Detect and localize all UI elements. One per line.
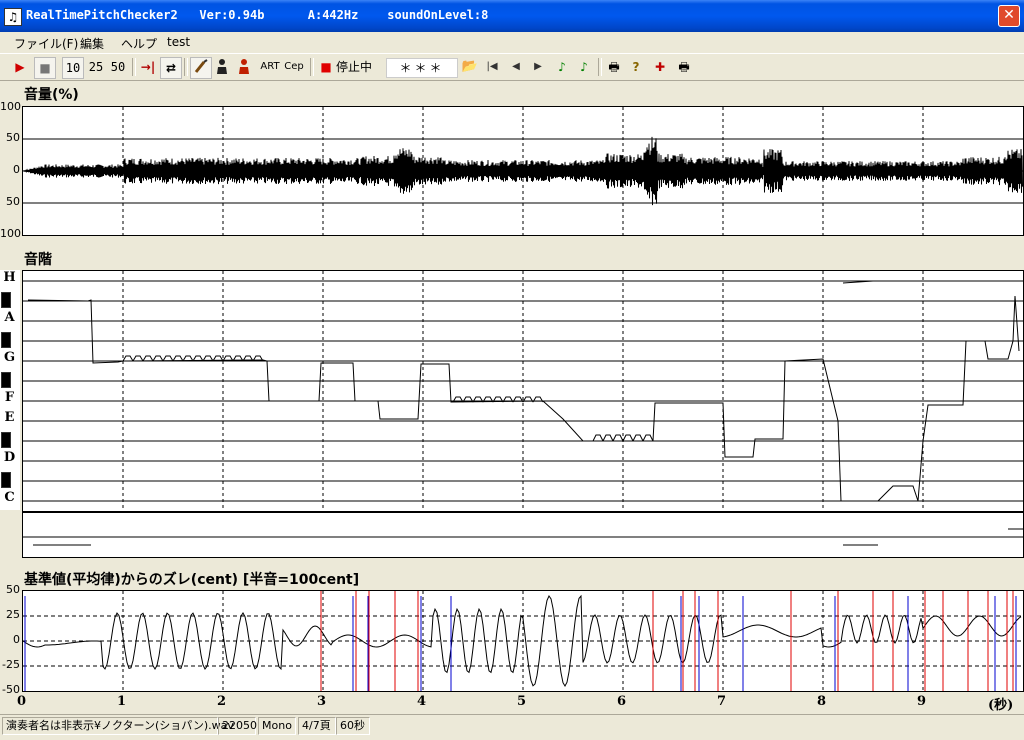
deviation-trace — [23, 591, 1023, 691]
jump-end-button[interactable]: →| — [138, 57, 158, 77]
stop-button[interactable]: ■ — [34, 57, 56, 79]
menu-file[interactable]: ファイル(F) — [14, 35, 78, 52]
black-key — [1, 472, 11, 488]
note-label-g: G — [3, 350, 16, 365]
note-label-e: E — [4, 410, 15, 425]
cep-button[interactable]: Cep — [282, 57, 306, 77]
title-bar: ♫ RealTimePitchChecker2 Ver:0.94b A:442H… — [0, 0, 1024, 32]
note-icon-2[interactable]: ♪ — [574, 57, 594, 77]
window-title: RealTimePitchChecker2 Ver:0.94b A:442Hz … — [26, 8, 489, 22]
black-key — [1, 292, 11, 308]
print-icon[interactable]: 🖶 — [604, 57, 624, 77]
file-name: 演奏者名は非表示¥ノクターン(ショパン).wav — [2, 717, 234, 735]
print-icon-2[interactable]: 🖶 — [674, 57, 694, 77]
menu-help[interactable]: ヘルプ — [121, 35, 157, 52]
volume-tick: 50 — [6, 195, 20, 208]
first-page-icon[interactable]: |◀ — [482, 57, 502, 77]
time-unit: (秒) — [988, 698, 1014, 713]
volume-tick: 100 — [0, 100, 21, 113]
deviation-tick: 50 — [6, 583, 20, 596]
deviation-label: 基準値(平均律)からのズレ(cent) [半音=100cent] — [24, 572, 360, 588]
time-tick: 8 — [817, 694, 827, 709]
volume-plot[interactable] — [22, 106, 1024, 236]
time-tick: 6 — [617, 694, 627, 709]
volume-tick: 50 — [6, 131, 20, 144]
person-black-icon[interactable] — [212, 57, 232, 77]
scale-plot[interactable] — [22, 270, 1024, 512]
status-bar: 演奏者名は非表示¥ノクターン(ショパン).wav 22050 Mono 4/7頁… — [0, 714, 1024, 737]
note-label-f: F — [4, 390, 15, 405]
time-tick: 3 — [317, 694, 327, 709]
black-key — [1, 332, 11, 348]
scale-label: 音階 — [24, 252, 52, 268]
close-button[interactable]: ✕ — [998, 5, 1020, 27]
zoom-50-button[interactable]: 50 — [108, 57, 128, 77]
note-label-c: C — [4, 490, 15, 505]
waveform-path — [23, 136, 1023, 206]
channel-mode: Mono — [258, 717, 296, 735]
app-icon: ♫ — [4, 8, 22, 26]
volume-tick: 100 — [0, 227, 21, 240]
volume-tick: 0 — [13, 163, 20, 176]
next-page-icon[interactable]: ▶ — [528, 57, 548, 77]
help-icon[interactable]: ? — [626, 57, 646, 77]
zoom-25-button[interactable]: 25 — [86, 57, 106, 77]
toolbar-separator — [132, 58, 136, 76]
duration: 60秒 — [336, 717, 370, 735]
menu-test[interactable]: test — [167, 35, 190, 49]
note-label-a: A — [4, 310, 15, 325]
note-display: ＊＊＊ — [386, 58, 458, 78]
menu-bar: ファイル(F) 編集 ヘルプ test — [0, 32, 1024, 52]
deviation-tick: -25 — [2, 658, 20, 671]
art-button[interactable]: ART — [258, 57, 282, 77]
prev-page-icon[interactable]: ◀ — [506, 57, 526, 77]
time-tick: 1 — [117, 694, 127, 709]
note-label-d: D — [3, 450, 16, 465]
time-tick: 7 — [717, 694, 727, 709]
deviation-tick: 25 — [6, 608, 20, 621]
page-indicator: 4/7頁 — [298, 717, 336, 735]
loop-button[interactable]: ⇄ — [160, 57, 182, 79]
time-tick: 0 — [17, 694, 27, 709]
piano-keys: H A G F E D C — [0, 270, 20, 510]
toolbar-separator — [310, 58, 314, 76]
status-text: 停止中 — [336, 60, 373, 74]
note-label-h: H — [3, 270, 16, 285]
menu-edit[interactable]: 編集 — [80, 35, 104, 52]
vibrato-path — [122, 355, 654, 442]
note-icon[interactable]: ♪ — [552, 57, 572, 77]
person-red-icon[interactable] — [234, 57, 254, 77]
sample-rate: 22050 — [218, 717, 257, 735]
detail-strip — [22, 512, 1024, 558]
black-key — [1, 372, 11, 388]
zoom-10-button[interactable]: 10 — [62, 57, 84, 79]
record-stop-icon[interactable]: ■ — [316, 57, 336, 77]
time-tick: 5 — [517, 694, 527, 709]
pitch-trace — [23, 271, 1023, 511]
open-folder-icon[interactable]: 📂 — [460, 57, 480, 77]
deviation-tick: 0 — [13, 633, 20, 646]
detail-strip-trace — [23, 528, 1023, 546]
marker-icon[interactable]: ✚ — [650, 57, 670, 77]
black-key — [1, 432, 11, 448]
toolbar-separator — [184, 58, 188, 76]
time-tick: 9 — [917, 694, 927, 709]
time-tick: 2 — [217, 694, 227, 709]
toolbar-separator — [598, 58, 602, 76]
deviation-plot[interactable] — [22, 590, 1024, 692]
violin-icon[interactable] — [190, 57, 212, 79]
play-button[interactable]: ▶ — [10, 57, 30, 77]
volume-label: 音量(%) — [24, 87, 79, 103]
toolbar: ▶ ■ 10 25 50 →| ⇄ ART Cep ■ 停止中 ＊＊＊ 📂 |◀… — [0, 53, 1024, 81]
volume-waveform — [23, 107, 1023, 235]
time-tick: 4 — [417, 694, 427, 709]
